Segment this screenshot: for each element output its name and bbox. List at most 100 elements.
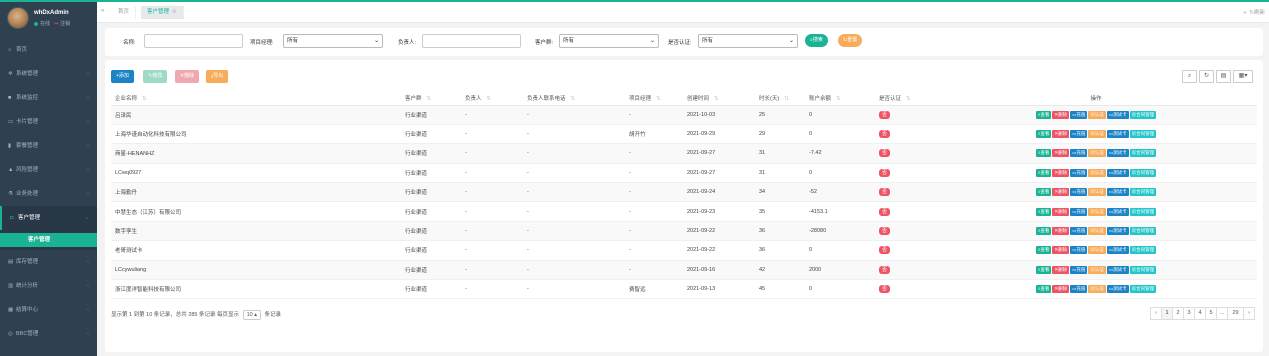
- close-icon[interactable]: ⊗: [172, 9, 177, 15]
- view-button[interactable]: ⌕查看: [1035, 188, 1052, 197]
- sidebar-item-stats[interactable]: ▥ 统计分析 ‹: [0, 274, 97, 298]
- contract-button[interactable]: ▦合同管理: [1129, 246, 1157, 255]
- sidebar-item-settlement[interactable]: ▦ 结算中心 ‹: [0, 298, 97, 322]
- test-card-button[interactable]: ▭测试卡: [1106, 130, 1129, 139]
- table-row[interactable]: 上海华谨自动化科技有限公司 行业渠道 - - 胡开竹 2021-09-29 29 0 否 ⌕查看 ✕…: [111, 124, 1257, 145]
- col-header[interactable]: 客户群 ⇅: [401, 92, 461, 106]
- table-row[interactable]: LCcywuliang 行业渠道 - - -2021-09-16 42 2000 否 ⌕查看 ✕删…: [111, 260, 1257, 281]
- avatar[interactable]: [7, 7, 29, 29]
- table-row[interactable]: 吕泽民 行业渠道 - - -2021-10-03 25 0 否 ⌕查看 ✕删除 ▭充值 ▦认证 ▭测试卡…: [111, 105, 1257, 125]
- recharge-button[interactable]: ▭充值: [1070, 130, 1088, 139]
- search-icon[interactable]: ⌕: [1182, 70, 1197, 83]
- col-header[interactable]: 账户余额 ⇅: [805, 92, 875, 106]
- certify-button[interactable]: ▦认证: [1088, 130, 1106, 139]
- sidebar-subitem-customer-mgmt[interactable]: 客户管理: [0, 233, 97, 247]
- page-next[interactable]: ›: [1243, 307, 1255, 320]
- certify-button[interactable]: ▦认证: [1088, 207, 1106, 216]
- view-button[interactable]: ⌕查看: [1035, 265, 1052, 274]
- sidebar-item-monitor[interactable]: ■ 系统监控 ‹: [0, 86, 97, 110]
- edit-button[interactable]: ✎修改: [143, 70, 168, 83]
- col-header[interactable]: 项目经理 ⇅: [625, 92, 683, 106]
- col-header[interactable]: 是否认证 ⇅: [875, 92, 935, 106]
- export-button[interactable]: ⤓导出: [206, 70, 229, 83]
- page-size-select[interactable]: 10 ▴: [242, 310, 262, 320]
- certify-button[interactable]: ▦认证: [1088, 188, 1106, 197]
- delete-button[interactable]: ✕删除: [1052, 130, 1070, 139]
- add-button[interactable]: +添加: [111, 70, 134, 83]
- tab-scroll-left-icon[interactable]: «: [101, 8, 104, 14]
- test-card-button[interactable]: ▭测试卡: [1106, 265, 1129, 274]
- certify-button[interactable]: ▦认证: [1088, 246, 1106, 255]
- test-card-button[interactable]: ▭测试卡: [1106, 227, 1129, 236]
- test-card-button[interactable]: ▭测试卡: [1106, 285, 1129, 294]
- delete-button[interactable]: ✕删除: [1052, 227, 1070, 236]
- username[interactable]: whDxAdmin: [34, 10, 69, 16]
- certify-button[interactable]: ▦认证: [1088, 265, 1106, 274]
- view-button[interactable]: ⌕查看: [1035, 285, 1052, 294]
- view-button[interactable]: ⌕查看: [1035, 207, 1052, 216]
- view-button[interactable]: ⌕查看: [1035, 246, 1052, 255]
- toggle-view-icon[interactable]: ▤: [1216, 70, 1231, 83]
- sidebar-item-risk[interactable]: ▲ 风险管理 ‹: [0, 158, 97, 182]
- contract-button[interactable]: ▦合同管理: [1129, 149, 1157, 158]
- sidebar-item-inventory[interactable]: ▤ 库存管理 ‹: [0, 250, 97, 274]
- table-row[interactable]: 商星-HENANHZ 行业渠道 - - -2021-09-27 31 -7.42 否 ⌕查看 ✕删…: [111, 143, 1257, 164]
- col-header[interactable]: 时长(天) ⇅: [755, 92, 805, 106]
- test-card-button[interactable]: ▭测试卡: [1106, 149, 1129, 158]
- refresh-link[interactable]: 刷新: [1254, 10, 1265, 16]
- cert-select[interactable]: 所有 ⌄: [698, 34, 798, 48]
- recharge-button[interactable]: ▭充值: [1070, 285, 1088, 294]
- recharge-button[interactable]: ▭充值: [1070, 265, 1088, 274]
- table-row[interactable]: 浙江度洋智能科技有限公司 行业渠道 - - 费智远 2021-09-13 45 0 否 ⌕查看 ✕删…: [111, 279, 1257, 300]
- pm-select[interactable]: 所有 ⌄: [283, 34, 383, 48]
- table-row[interactable]: 中慧生态（江苏）有限公司 行业渠道 - - -2021-09-23 35 -4153.1 否 ⌕…: [111, 201, 1257, 222]
- recharge-button[interactable]: ▭充值: [1070, 207, 1088, 216]
- contract-button[interactable]: ▦合同管理: [1129, 130, 1157, 139]
- delete-button[interactable]: ✕删除: [1052, 207, 1070, 216]
- recharge-button[interactable]: ▭充值: [1070, 227, 1088, 236]
- certify-button[interactable]: ▦认证: [1088, 227, 1106, 236]
- page-29[interactable]: 29: [1227, 307, 1244, 320]
- view-button[interactable]: ⌕查看: [1035, 168, 1052, 177]
- table-row[interactable]: 数字孪生 行业渠道 - - -2021-09-22 36 -28080 否 ⌕查看 ✕删除 ▭充值 ▦…: [111, 221, 1257, 242]
- reset-button[interactable]: ↻重置: [838, 34, 863, 47]
- contract-button[interactable]: ▦合同管理: [1129, 207, 1157, 216]
- sidebar-item-bbc[interactable]: ◎ BBC管理 ‹: [0, 322, 97, 346]
- sidebar-item-system[interactable]: ✲ 系统管理 ‹: [0, 62, 97, 86]
- name-input[interactable]: [144, 34, 243, 48]
- contract-button[interactable]: ▦合同管理: [1129, 285, 1157, 294]
- recharge-button[interactable]: ▭充值: [1070, 149, 1088, 158]
- view-button[interactable]: ⌕查看: [1035, 227, 1052, 236]
- recharge-button[interactable]: ▭充值: [1070, 110, 1088, 119]
- test-card-button[interactable]: ▭测试卡: [1106, 188, 1129, 197]
- view-button[interactable]: ⌕查看: [1035, 130, 1052, 139]
- table-row[interactable]: 老哥测试卡 行业渠道 - - -2021-09-22 36 0 否 ⌕查看 ✕删除 ▭充值 ▦认证 ▭测…: [111, 240, 1257, 261]
- certify-button[interactable]: ▦认证: [1088, 149, 1106, 158]
- delete-button[interactable]: ✕删除: [1052, 265, 1070, 274]
- table-row[interactable]: 上海勤丹 行业渠道 - - -2021-09-24 34 -52 否 ⌕查看 ✕删除 ▭充值 ▦认证 ▭…: [111, 182, 1257, 203]
- tab-customer-mgmt[interactable]: 客户管理 ⊗: [141, 6, 184, 19]
- delete-button[interactable]: ✕删除: [1052, 246, 1070, 255]
- certify-button[interactable]: ▦认证: [1088, 285, 1106, 294]
- logout-link[interactable]: 注销: [60, 21, 70, 27]
- col-header[interactable]: 创建时间 ⇅: [683, 92, 755, 106]
- test-card-button[interactable]: ▭测试卡: [1106, 207, 1129, 216]
- tab-scroll-right-icon[interactable]: »: [1243, 10, 1246, 16]
- sidebar-item-packages[interactable]: ▮ 套餐管理 ‹: [0, 134, 97, 158]
- test-card-button[interactable]: ▭测试卡: [1106, 246, 1129, 255]
- columns-icon[interactable]: ▦▾: [1233, 70, 1253, 83]
- delete-button[interactable]: ✕删除: [1052, 188, 1070, 197]
- contract-button[interactable]: ▦合同管理: [1129, 227, 1157, 236]
- logout-icon[interactable]: ↦: [54, 21, 58, 27]
- col-header[interactable]: 企业名称 ⇅: [111, 92, 401, 106]
- owner-input[interactable]: [422, 34, 521, 48]
- delete-button[interactable]: ✕删除: [1052, 285, 1070, 294]
- table-row[interactable]: LCwq0927 行业渠道 - - -2021-09-27 31 0 否 ⌕查看 ✕删除 ▭充值 ▦认…: [111, 163, 1257, 184]
- sidebar-item-cards[interactable]: ▭ 卡片管理 ‹: [0, 110, 97, 134]
- refresh-icon[interactable]: ↻: [1199, 70, 1214, 83]
- recharge-button[interactable]: ▭充值: [1070, 168, 1088, 177]
- test-card-button[interactable]: ▭测试卡: [1106, 168, 1129, 177]
- tab-home[interactable]: 首页: [112, 6, 137, 19]
- delete-button[interactable]: ✕删除: [175, 70, 200, 83]
- col-header[interactable]: 负责人联系电话 ⇅: [523, 92, 625, 106]
